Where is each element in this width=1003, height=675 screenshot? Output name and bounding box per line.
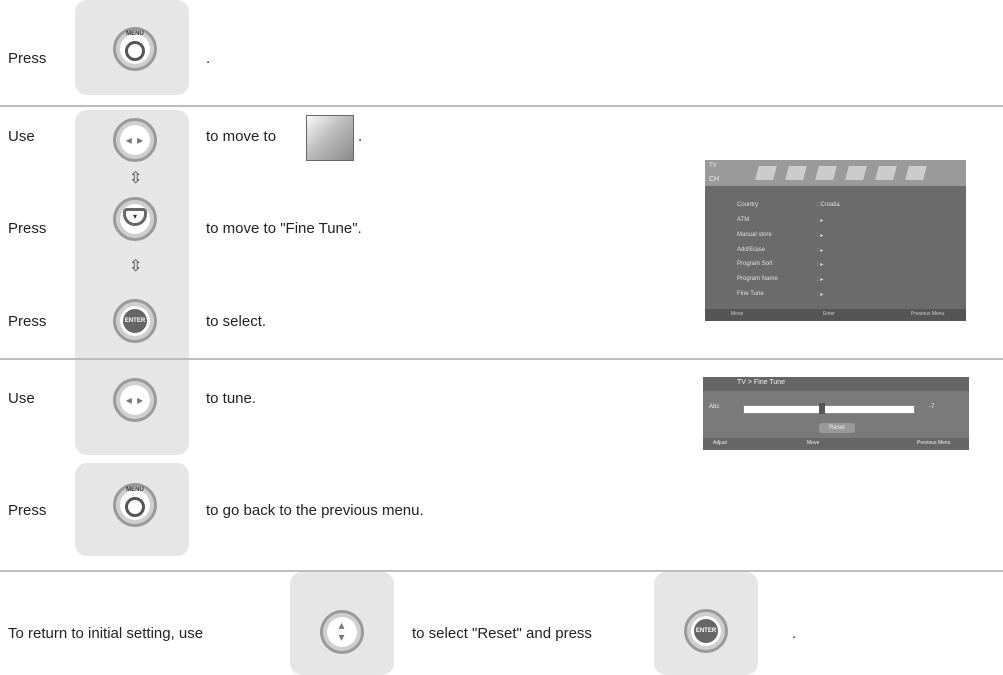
step-text: to select "Reset" and press (412, 625, 592, 642)
menu-button-label: MENU (126, 487, 144, 493)
tv-footer-move: Move (807, 440, 820, 446)
fine-tune-row-label: Abc (709, 404, 720, 410)
step-text: . (792, 625, 797, 642)
step-text: to go back to the previous menu. (206, 502, 424, 519)
tv-menu-item: Program Name (737, 276, 778, 282)
step-label: Use (8, 128, 35, 145)
function-tab-icon (905, 166, 927, 180)
tv-footer-adjust: Adjust (713, 440, 727, 446)
setup-menu-icon (306, 115, 354, 161)
divider (0, 570, 1003, 572)
tv-menu-value: : ▸ (817, 233, 824, 239)
tv-menu-item: ATM (737, 217, 750, 223)
tv-menu-footer: Move Enter Previous Menu (705, 309, 966, 321)
picture-tab-icon (755, 166, 777, 180)
fine-tune-screenshot: TV > Fine Tune Abc -7 Reset Adjust Move … (703, 377, 969, 450)
enter-button-icon: ENTER (113, 299, 157, 343)
step-text: to select. (206, 313, 267, 330)
sound-tab-icon (845, 166, 867, 180)
step-text: to move to "Fine Tune". (206, 220, 362, 237)
tv-menu-value: : ▸ (817, 292, 824, 298)
divider (0, 105, 1003, 107)
tv-menu-item: Add/Erase (737, 247, 766, 253)
left-right-arrows-icon: ◂ ▸ (125, 133, 145, 147)
tv-menu-screenshot: TV CH Country : Croatia ATM : ▸ Manual s… (705, 160, 966, 321)
tv-footer-previous: Previous Menu (917, 440, 951, 446)
tv-menu-item: Program Sort (737, 261, 773, 267)
menu-ring-icon (125, 497, 145, 517)
tv-menu-value: : ▸ (817, 277, 824, 283)
tv-menu-header: TV CH (705, 160, 966, 186)
step-label: Press (8, 50, 47, 67)
menu-button-icon: MENU (113, 27, 157, 71)
step-label: Press (8, 220, 47, 237)
channel-tab-icon (815, 166, 837, 180)
tv-menu-tab-icons (755, 166, 962, 184)
down-button-icon: ▾ (113, 197, 157, 241)
up-down-arrow-icon: ⇳ (129, 258, 143, 275)
tv-menu-section: CH (709, 176, 720, 183)
step-text: . (358, 128, 363, 145)
fine-tune-thumb (819, 403, 825, 414)
tv-menu-item: Country (737, 202, 759, 208)
enter-button-label: ENTER (694, 619, 718, 643)
tv-footer-previous: Previous Menu (911, 311, 945, 317)
tv-menu-value: : ▸ (817, 248, 824, 254)
step-label: Press (8, 313, 47, 330)
fine-tune-title: TV > Fine Tune (737, 379, 786, 386)
menu-button-label: MENU (126, 31, 144, 37)
tv-menu-value: : ▸ (817, 218, 824, 224)
divider (0, 358, 1003, 360)
up-down-arrows-icon: ▴ ▾ (338, 618, 346, 644)
fine-tune-reset: Reset (819, 423, 855, 433)
tv-footer-move: Move (731, 311, 744, 317)
up-down-arrow-icon: ⇳ (129, 170, 143, 187)
setup-tab-icon (785, 166, 807, 180)
step-text: . (206, 50, 211, 67)
fine-tune-header: TV > Fine Tune (703, 377, 969, 391)
step-text: to tune. (206, 390, 257, 407)
step-text: to move to (206, 128, 277, 145)
down-arrow-icon: ▾ (123, 208, 147, 226)
tv-footer-enter: Enter (823, 311, 835, 317)
left-right-button-icon: ◂ ▸ (113, 118, 157, 162)
menu-button-icon: MENU (113, 483, 157, 527)
input-tab-icon (875, 166, 897, 180)
left-right-button-icon: ◂ ▸ (113, 378, 157, 422)
tv-menu-title: TV (709, 163, 717, 169)
step-label: Use (8, 390, 35, 407)
left-right-arrows-icon: ◂ ▸ (125, 393, 145, 407)
tv-menu-item: Fine Tune (737, 291, 764, 297)
fine-tune-footer: Adjust Move Previous Menu (703, 438, 969, 450)
enter-button-icon: ENTER (684, 609, 728, 653)
tv-menu-value: : Croatia (817, 202, 840, 208)
fine-tune-value: -7 (929, 404, 935, 410)
tv-menu-value: : ▸ (817, 262, 824, 268)
menu-ring-icon (125, 41, 145, 61)
step-label: Press (8, 502, 47, 519)
step-label: To return to initial setting, use (8, 625, 204, 642)
fine-tune-bar (743, 405, 915, 414)
up-down-button-icon: ▴ ▾ (320, 610, 364, 654)
tv-menu-item: Manual store (737, 232, 772, 238)
enter-button-label: ENTER (123, 309, 147, 333)
